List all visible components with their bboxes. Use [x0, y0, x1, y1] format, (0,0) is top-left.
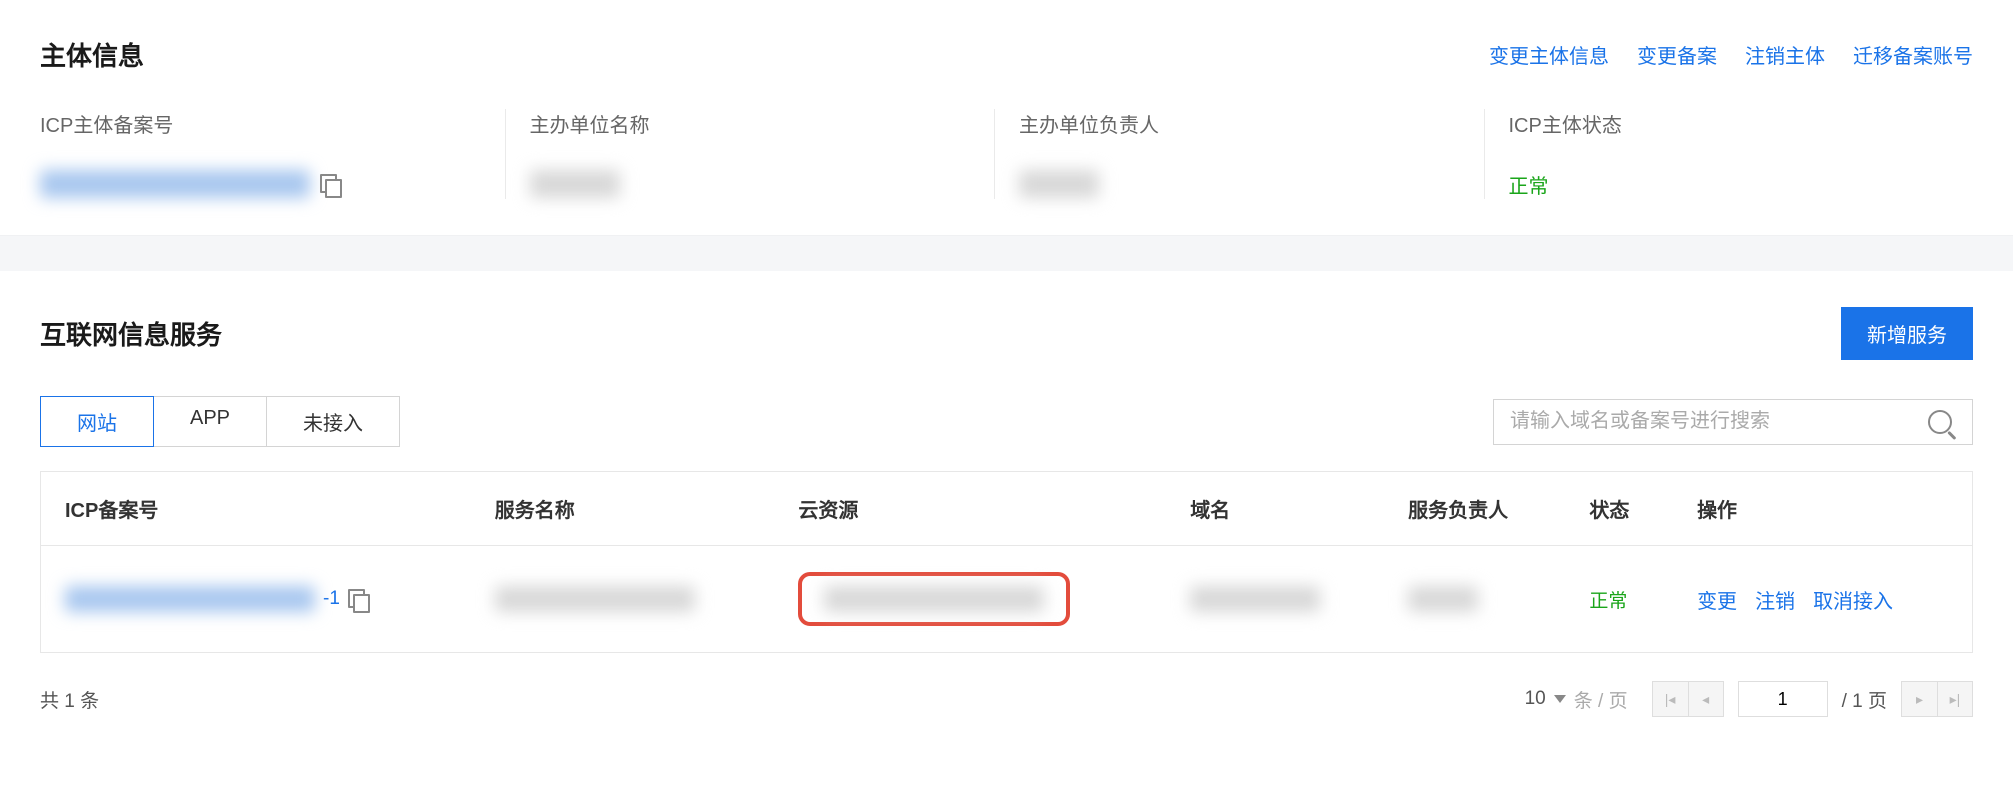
blurred-icp-subject-no: ██████████████ [40, 170, 310, 198]
op-unbind[interactable]: 取消接入 [1813, 585, 1893, 614]
service-header: 互联网信息服务 新增服务 [40, 307, 1973, 360]
per-page-label: 条 / 页 [1574, 686, 1628, 713]
row-icp-no-suffix[interactable]: -1 [323, 588, 340, 610]
page-size-value: 10 [1525, 688, 1546, 710]
total-count: 共 1 条 [40, 686, 99, 713]
service-tabs: 网站 APP 未接入 [40, 396, 399, 447]
cell-status: 正常 [1565, 546, 1673, 653]
value-subject-status: 正常 [1509, 170, 1974, 199]
pagination-controls: 10 条 / 页 |◂ ◂ / 1 页 ▸ ▸| [1525, 681, 1973, 717]
label-org-owner: 主办单位负责人 [1019, 109, 1484, 138]
cell-icp-no: ██████████████ -1 [41, 546, 471, 653]
subject-title: 主体信息 [40, 36, 144, 73]
col-org-name: 主办单位名称 █████ [505, 109, 995, 199]
page-total-label: / 1 页 [1842, 686, 1887, 713]
search-input[interactable] [1510, 410, 1916, 433]
pager-prev-group: |◂ ◂ [1652, 681, 1724, 717]
th-domain: 域名 [1166, 472, 1384, 546]
copy-icon[interactable] [320, 174, 340, 194]
subject-info-grid: ICP主体备案号 ██████████████ 主办单位名称 █████ 主办单… [40, 109, 1973, 199]
page-size-selector[interactable]: 10 条 / 页 [1525, 686, 1638, 713]
cell-service-owner: ████ [1384, 546, 1565, 653]
col-icp-subject-no: ICP主体备案号 ██████████████ [40, 109, 505, 199]
link-modify-record[interactable]: 变更备案 [1637, 40, 1717, 69]
label-org-name: 主办单位名称 [530, 109, 995, 138]
add-service-button[interactable]: 新增服务 [1841, 307, 1973, 360]
th-icp-no: ICP备案号 [41, 472, 471, 546]
pager-first-button[interactable]: |◂ [1652, 681, 1688, 717]
service-card: 互联网信息服务 新增服务 网站 APP 未接入 ICP备案号 服务名称 云资源 … [0, 271, 2013, 753]
label-subject-status: ICP主体状态 [1509, 109, 1974, 138]
label-icp-subject-no: ICP主体备案号 [40, 109, 505, 138]
subject-header: 主体信息 变更主体信息 变更备案 注销主体 迁移备案账号 [40, 36, 1973, 73]
col-subject-status: ICP主体状态 正常 [1484, 109, 1974, 199]
tab-app[interactable]: APP [153, 396, 267, 447]
service-table: ICP备案号 服务名称 云资源 域名 服务负责人 状态 操作 █████████… [40, 471, 1973, 653]
blurred-service-owner: ████ [1408, 586, 1478, 612]
service-search[interactable] [1493, 399, 1973, 445]
search-icon[interactable] [1928, 410, 1952, 434]
section-gap [0, 235, 2013, 271]
blurred-org-name: █████ [530, 170, 620, 198]
pagination-row: 共 1 条 10 条 / 页 |◂ ◂ / 1 页 ▸ ▸| [40, 681, 1973, 717]
th-status: 状态 [1565, 472, 1673, 546]
pager-last-button[interactable]: ▸| [1937, 681, 1973, 717]
col-org-owner: 主办单位负责人 ████ [994, 109, 1484, 199]
blurred-row-icp-no: ██████████████ [65, 586, 315, 612]
page-current-input[interactable] [1738, 681, 1828, 717]
cell-operations: 变更 注销 取消接入 [1673, 546, 1972, 653]
cloud-resource-highlight: █████████████ [798, 572, 1070, 626]
tab-website[interactable]: 网站 [40, 396, 154, 447]
cell-service-name: ███████████ [471, 546, 775, 653]
blurred-cloud-resource: █████████████ [824, 586, 1044, 612]
chevron-down-icon [1554, 695, 1566, 703]
th-service-owner: 服务负责人 [1384, 472, 1565, 546]
blurred-service-name: ███████████ [495, 586, 695, 612]
op-cancel[interactable]: 注销 [1755, 585, 1795, 614]
blurred-org-owner: ████ [1019, 170, 1099, 198]
value-icp-subject-no: ██████████████ [40, 170, 505, 198]
subject-actions: 变更主体信息 变更备案 注销主体 迁移备案账号 [1489, 40, 1973, 69]
pager-next-group: ▸ ▸| [1901, 681, 1973, 717]
blurred-domain: ████████ [1190, 586, 1320, 612]
copy-icon[interactable] [348, 589, 368, 609]
cell-cloud-resource: █████████████ [774, 546, 1166, 653]
op-change[interactable]: 变更 [1697, 585, 1737, 614]
pager-prev-button[interactable]: ◂ [1688, 681, 1724, 717]
value-org-name: █████ [530, 170, 995, 198]
cell-domain: ████████ [1166, 546, 1384, 653]
value-org-owner: ████ [1019, 170, 1484, 198]
th-service-name: 服务名称 [471, 472, 775, 546]
tab-not-connected[interactable]: 未接入 [266, 396, 400, 447]
subject-info-card: 主体信息 变更主体信息 变更备案 注销主体 迁移备案账号 ICP主体备案号 ██… [0, 0, 2013, 235]
th-operations: 操作 [1673, 472, 1972, 546]
tabs-search-row: 网站 APP 未接入 [40, 396, 1973, 447]
service-title: 互联网信息服务 [40, 315, 222, 352]
link-transfer-account[interactable]: 迁移备案账号 [1853, 40, 1973, 69]
link-modify-subject[interactable]: 变更主体信息 [1489, 40, 1609, 69]
table-row: ██████████████ -1 ███████████ ██████████… [41, 546, 1973, 653]
th-cloud-resource: 云资源 [774, 472, 1166, 546]
pager-next-button[interactable]: ▸ [1901, 681, 1937, 717]
link-cancel-subject[interactable]: 注销主体 [1745, 40, 1825, 69]
